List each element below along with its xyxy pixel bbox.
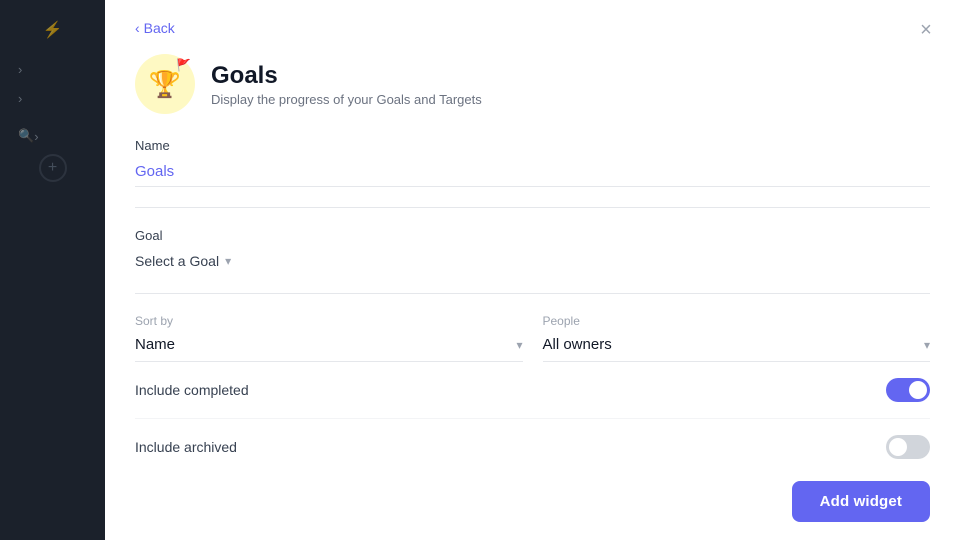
goal-field-group: Goal Select a Goal ▾ xyxy=(135,228,930,273)
back-button[interactable]: ‹ Back xyxy=(135,20,175,36)
goal-label: Goal xyxy=(135,228,930,243)
people-value: All owners xyxy=(543,336,612,353)
sort-chevron-icon: ▾ xyxy=(516,338,522,352)
modal-title: Goals xyxy=(211,62,482,90)
name-label: Name xyxy=(135,138,930,153)
flag-icon: 🚩 xyxy=(176,58,191,72)
modal-body: ‹ Back 🏆 🚩 Goals Display the progress of… xyxy=(105,0,960,467)
people-label: People xyxy=(543,314,931,328)
sort-select-button[interactable]: Name ▾ xyxy=(135,336,523,353)
sort-field: Sort by Name ▾ xyxy=(135,314,523,362)
include-archived-toggle[interactable] xyxy=(886,435,930,459)
people-select-button[interactable]: All owners ▾ xyxy=(543,336,931,353)
include-completed-toggle[interactable] xyxy=(886,378,930,402)
sort-label: Sort by xyxy=(135,314,523,328)
goal-select-button[interactable]: Select a Goal ▾ xyxy=(135,249,231,273)
modal-header: 🏆 🚩 Goals Display the progress of your G… xyxy=(135,54,930,114)
goals-icon-wrapper: 🏆 🚩 xyxy=(135,54,195,114)
sort-people-row: Sort by Name ▾ People All owners ▾ xyxy=(135,314,930,362)
close-button[interactable]: × xyxy=(912,16,940,44)
goal-select-value: Select a Goal xyxy=(135,253,219,269)
back-label: Back xyxy=(144,20,175,36)
people-field: People All owners ▾ xyxy=(543,314,931,362)
include-archived-row: Include archived xyxy=(135,419,930,467)
trophy-icon: 🏆 xyxy=(149,69,181,100)
divider-1 xyxy=(135,207,930,208)
include-archived-label: Include archived xyxy=(135,439,237,455)
divider-2 xyxy=(135,293,930,294)
modal-subtitle: Display the progress of your Goals and T… xyxy=(211,92,482,107)
back-arrow-icon: ‹ xyxy=(135,20,140,36)
include-archived-slider xyxy=(886,435,930,459)
modal-footer: Add widget xyxy=(105,467,960,540)
include-completed-label: Include completed xyxy=(135,382,249,398)
include-completed-row: Include completed xyxy=(135,362,930,419)
include-completed-slider xyxy=(886,378,930,402)
add-widget-button[interactable]: Add widget xyxy=(792,481,930,522)
goal-chevron-icon: ▾ xyxy=(225,254,231,268)
name-input[interactable] xyxy=(135,159,930,187)
people-chevron-icon: ▾ xyxy=(924,338,930,352)
modal-panel: × ‹ Back 🏆 🚩 Goals Display the progress … xyxy=(105,0,960,540)
name-field-group: Name xyxy=(135,138,930,187)
sort-value: Name xyxy=(135,336,175,353)
modal-title-block: Goals Display the progress of your Goals… xyxy=(211,62,482,107)
